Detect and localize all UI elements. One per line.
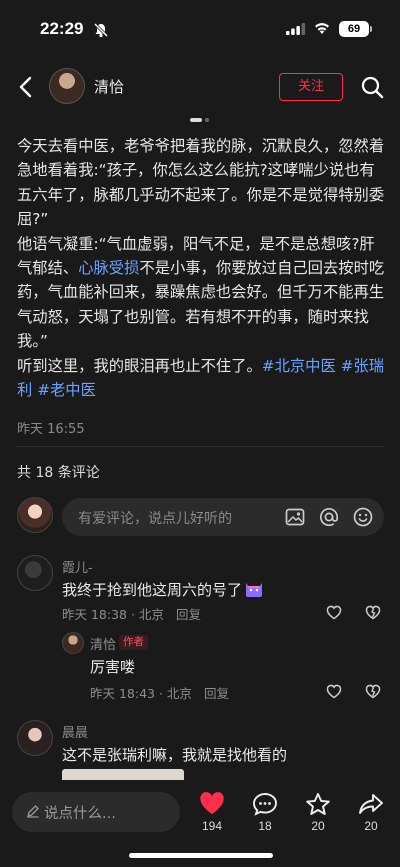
reply-author-name[interactable]: 清恰 bbox=[90, 634, 116, 653]
status-time: 22:29 bbox=[40, 19, 84, 38]
keyword-link[interactable]: 心脉受损 bbox=[78, 259, 139, 277]
write-comment-placeholder: 说点什么... bbox=[44, 806, 116, 822]
post-paragraph-2: 他语气凝重:“气血虚弱，阳气不足，是不是总想咳?肝气郁结、心脉受损不是小事，你要… bbox=[17, 232, 385, 354]
share-action[interactable]: 20 bbox=[351, 792, 391, 833]
comment-action[interactable]: 18 bbox=[245, 792, 285, 833]
bell-off-icon bbox=[93, 22, 109, 38]
signal-icon bbox=[286, 23, 306, 35]
pager-dot bbox=[205, 118, 209, 122]
author-avatar[interactable] bbox=[49, 68, 85, 104]
pencil-icon bbox=[27, 805, 39, 818]
mention-icon[interactable] bbox=[318, 506, 340, 528]
dislike-heart-icon[interactable] bbox=[364, 682, 382, 700]
follow-button[interactable]: 关注 bbox=[279, 73, 343, 101]
share-arrow-icon bbox=[359, 794, 383, 814]
battery-indicator: 69 bbox=[339, 21, 369, 37]
post-paragraph-3-text: 听到这里，我的眼泪再也止不住了。 bbox=[17, 356, 262, 375]
like-heart-icon[interactable] bbox=[325, 682, 343, 700]
like-heart-icon[interactable] bbox=[325, 603, 343, 621]
post-body: 今天去看中医，老爷爷把着我的脉，沉默良久，忽然着急地看着我:“孩子，你怎么这么能… bbox=[17, 134, 385, 402]
post-paragraph-3: 听到这里，我的眼泪再也止不住了。#北京中医 #张瑞利 #老中医 bbox=[17, 354, 385, 403]
reply-text: 厉害喽 bbox=[90, 658, 136, 676]
header: 清恰 关注 bbox=[0, 64, 400, 110]
back-arrow-icon[interactable] bbox=[14, 74, 40, 100]
comment-text: 我终于抢到他这周六的号了 bbox=[62, 579, 264, 600]
status-bar: 22:29 69 bbox=[0, 0, 400, 58]
commenter-name[interactable]: 晨晨 bbox=[62, 722, 88, 741]
author-badge: 作者 bbox=[119, 635, 148, 650]
image-icon[interactable] bbox=[284, 506, 306, 528]
collect-action[interactable]: 20 bbox=[298, 792, 338, 833]
commenter-avatar[interactable] bbox=[17, 555, 53, 591]
like-action[interactable]: 194 bbox=[192, 792, 232, 833]
collect-count: 20 bbox=[311, 819, 325, 833]
star-icon bbox=[306, 793, 330, 815]
home-indicator[interactable] bbox=[129, 853, 273, 858]
like-count: 194 bbox=[201, 819, 223, 833]
comment-input[interactable]: 有爱评论，说点儿好听的 bbox=[62, 498, 384, 536]
heart-icon bbox=[200, 792, 224, 814]
bottom-bar: 说点什么... 194 18 20 20 bbox=[0, 780, 400, 867]
wifi-icon bbox=[315, 23, 329, 34]
hashtag-beijing-tcm[interactable]: #北京中医 bbox=[262, 357, 336, 375]
search-icon[interactable] bbox=[360, 75, 384, 99]
commenter-name[interactable]: 霞儿- bbox=[62, 557, 93, 576]
battery-tip bbox=[370, 26, 372, 32]
reply-button[interactable]: 回复 bbox=[204, 683, 229, 702]
comment-action-count: 18 bbox=[258, 819, 272, 833]
comment-input-placeholder: 有爱评论，说点儿好听的 bbox=[78, 511, 232, 527]
author-name[interactable]: 清恰 bbox=[94, 76, 124, 97]
emoji-icon[interactable] bbox=[352, 506, 374, 528]
comment-text-content: 我终于抢到他这周六的号了 bbox=[62, 581, 243, 599]
write-comment-button[interactable]: 说点什么... bbox=[12, 792, 180, 832]
comment-meta: 昨天 18:38 · 北京 bbox=[62, 607, 164, 622]
my-avatar bbox=[17, 497, 53, 533]
cat-emoji-icon bbox=[246, 583, 263, 597]
commenter-avatar[interactable] bbox=[17, 720, 53, 756]
dislike-heart-icon[interactable] bbox=[364, 603, 382, 621]
author-reply-avatar[interactable] bbox=[62, 632, 84, 654]
post-paragraph-1: 今天去看中医，老爷爷把着我的脉，沉默良久，忽然着急地看着我:“孩子，你怎么这么能… bbox=[17, 137, 385, 229]
comment-text: 这不是张瑞利嘛，我就是找他看的 bbox=[62, 746, 288, 764]
hashtag-old-tcm[interactable]: #老中医 bbox=[37, 381, 96, 399]
share-count: 20 bbox=[364, 819, 378, 833]
reply-button[interactable]: 回复 bbox=[176, 604, 201, 623]
pager-dot-active bbox=[190, 118, 202, 122]
reply-meta: 昨天 18:43 · 北京 bbox=[90, 686, 192, 701]
divider bbox=[17, 446, 383, 447]
comment-count: 共 18 条评论 bbox=[17, 465, 100, 481]
comment-bubble-icon bbox=[253, 793, 277, 816]
post-time: 昨天 16:55 bbox=[17, 422, 85, 437]
